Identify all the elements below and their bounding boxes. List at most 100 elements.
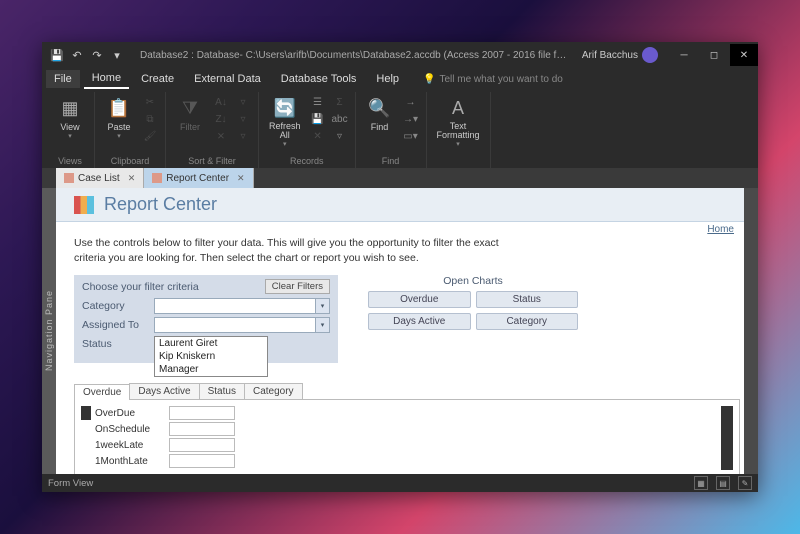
lightbulb-icon: 💡 (423, 74, 435, 85)
text-formatting-button[interactable]: A Text Formatting ▾ (433, 94, 484, 150)
form-body: Use the controls below to filter your da… (56, 222, 758, 474)
minimize-button[interactable]: ─ (670, 44, 698, 66)
spelling-icon[interactable]: abc (331, 111, 349, 127)
tell-me-placeholder: Tell me what you want to do (439, 74, 562, 85)
totals-icon[interactable]: Σ (331, 94, 349, 110)
status-label: Status (82, 338, 154, 350)
chart-status-button[interactable]: Status (476, 291, 579, 308)
window-title: Database2 : Database- C:\Users\arifb\Doc… (124, 50, 576, 61)
goto-icon[interactable]: →▾ (402, 111, 420, 127)
sort-asc-icon[interactable]: A↓ (212, 94, 230, 110)
more-records-icon[interactable]: ▿ (331, 128, 349, 144)
replace-icon[interactable]: → (402, 94, 420, 110)
dropdown-option[interactable]: Kip Kniskern (155, 350, 267, 363)
form-view-icon[interactable]: ▦ (694, 476, 708, 490)
weeklate-value-input[interactable] (169, 438, 235, 452)
menu-external-data[interactable]: External Data (186, 70, 269, 88)
layout-view-icon[interactable]: ✎ (738, 476, 752, 490)
chart-days-active-button[interactable]: Days Active (368, 313, 471, 330)
filter-button[interactable]: ⧩ Filter (172, 94, 208, 134)
category-label: Category (82, 300, 154, 312)
user-chip[interactable]: Arif Bacchus (576, 45, 664, 65)
report-subtabs: Overdue Days Active Status Category (74, 383, 740, 400)
assigned-to-dropdown[interactable]: ▾ (154, 317, 330, 333)
menu-create[interactable]: Create (133, 70, 182, 88)
page-title: Report Center (104, 194, 217, 215)
format-painter-icon[interactable]: 🖌 (141, 128, 159, 144)
category-dropdown[interactable]: ▾ (154, 298, 330, 314)
paste-icon: 📋 (107, 96, 131, 120)
save-record-icon[interactable]: 💾 (309, 111, 327, 127)
charts-heading: Open Charts (368, 275, 578, 287)
form-header: Report Center (56, 188, 758, 222)
titlebar: 💾 ↶ ↷ ▾ Database2 : Database- C:\Users\a… (42, 42, 758, 68)
search-icon: 🔍 (368, 96, 392, 120)
vertical-scrollbar[interactable] (744, 188, 758, 474)
selection-filter-icon[interactable]: ▿ (234, 94, 252, 110)
select-icon[interactable]: ▭▾ (402, 128, 420, 144)
close-tab-icon[interactable]: ✕ (237, 173, 245, 184)
chart-category-button[interactable]: Category (476, 313, 579, 330)
cut-icon[interactable]: ✂ (141, 94, 159, 110)
menu-database-tools[interactable]: Database Tools (273, 70, 365, 88)
app-window: 💾 ↶ ↷ ▾ Database2 : Database- C:\Users\a… (42, 42, 758, 492)
navigation-pane-collapsed[interactable]: Navigation Pane (42, 188, 56, 474)
subtab-status[interactable]: Status (199, 383, 245, 399)
view-icon: ▦ (58, 96, 82, 120)
status-view-mode: Form View (48, 478, 93, 489)
menubar: File Home Create External Data Database … (42, 68, 758, 90)
tell-me-search[interactable]: 💡 Tell me what you want to do (423, 74, 563, 85)
save-icon[interactable]: 💾 (50, 48, 64, 62)
row-selector-icon[interactable] (81, 406, 91, 420)
table-row: 1weekLate (81, 438, 721, 452)
paste-button[interactable]: 📋 Paste ▾ (101, 94, 137, 142)
maximize-button[interactable]: ◻ (700, 44, 728, 66)
monthlate-value-input[interactable] (169, 454, 235, 468)
ribbon-group-sort-filter: ⧩ Filter A↓ Z↓ ⨯ ▿ ▿ ▿ Sort & Filter (166, 92, 259, 168)
subtab-category[interactable]: Category (244, 383, 303, 399)
assigned-to-label: Assigned To (82, 319, 154, 331)
tab-report-center[interactable]: Report Center ✕ (144, 168, 253, 188)
dropdown-option[interactable]: Laurent Giret (155, 337, 267, 350)
close-button[interactable]: ✕ (730, 44, 758, 66)
ribbon-group-records: 🔄 Refresh All ▾ ☰ 💾 ✕ Σ abc ▿ Records (259, 92, 356, 168)
chart-bars-icon (74, 196, 94, 214)
sort-desc-icon[interactable]: Z↓ (212, 111, 230, 127)
menu-help[interactable]: Help (368, 70, 407, 88)
chart-overdue-button[interactable]: Overdue (368, 291, 471, 308)
dropdown-option[interactable]: Manager (155, 363, 267, 376)
ribbon-group-text-formatting: A Text Formatting ▾ (427, 92, 491, 168)
refresh-all-button[interactable]: 🔄 Refresh All ▾ (265, 94, 305, 150)
overdue-value-input[interactable] (169, 406, 235, 420)
vertical-scrollbar[interactable] (721, 406, 733, 470)
toggle-filter-icon[interactable]: ▿ (234, 128, 252, 144)
subtab-overdue[interactable]: Overdue (74, 384, 130, 400)
copy-icon[interactable]: ⧉ (141, 111, 159, 127)
table-row: OnSchedule (81, 422, 721, 436)
statusbar: Form View ▦ ▤ ✎ (42, 474, 758, 492)
document-tabstrip: Case List ✕ Report Center ✕ (42, 168, 758, 188)
advanced-filter-icon[interactable]: ▿ (234, 111, 252, 127)
menu-file[interactable]: File (46, 70, 80, 88)
view-button[interactable]: ▦ View ▾ (52, 94, 88, 142)
clear-filters-button[interactable]: Clear Filters (265, 279, 330, 294)
remove-sort-icon[interactable]: ⨯ (212, 128, 230, 144)
qat-customize-icon[interactable]: ▾ (110, 48, 124, 62)
delete-record-icon[interactable]: ✕ (309, 128, 327, 144)
tab-case-list[interactable]: Case List ✕ (56, 168, 144, 188)
form-icon (152, 173, 162, 183)
onschedule-value-input[interactable] (169, 422, 235, 436)
chevron-down-icon: ▾ (315, 299, 329, 313)
filter-icon: ⧩ (178, 96, 202, 120)
user-name: Arif Bacchus (582, 50, 638, 61)
find-button[interactable]: 🔍 Find (362, 94, 398, 134)
undo-icon[interactable]: ↶ (70, 48, 84, 62)
close-tab-icon[interactable]: ✕ (128, 173, 136, 184)
redo-icon[interactable]: ↷ (90, 48, 104, 62)
subtab-days-active[interactable]: Days Active (129, 383, 199, 399)
overdue-table: OverDue OnSchedule 1weekLate (74, 400, 740, 474)
chevron-down-icon: ▾ (456, 140, 460, 148)
datasheet-view-icon[interactable]: ▤ (716, 476, 730, 490)
new-record-icon[interactable]: ☰ (309, 94, 327, 110)
menu-home[interactable]: Home (84, 69, 129, 89)
